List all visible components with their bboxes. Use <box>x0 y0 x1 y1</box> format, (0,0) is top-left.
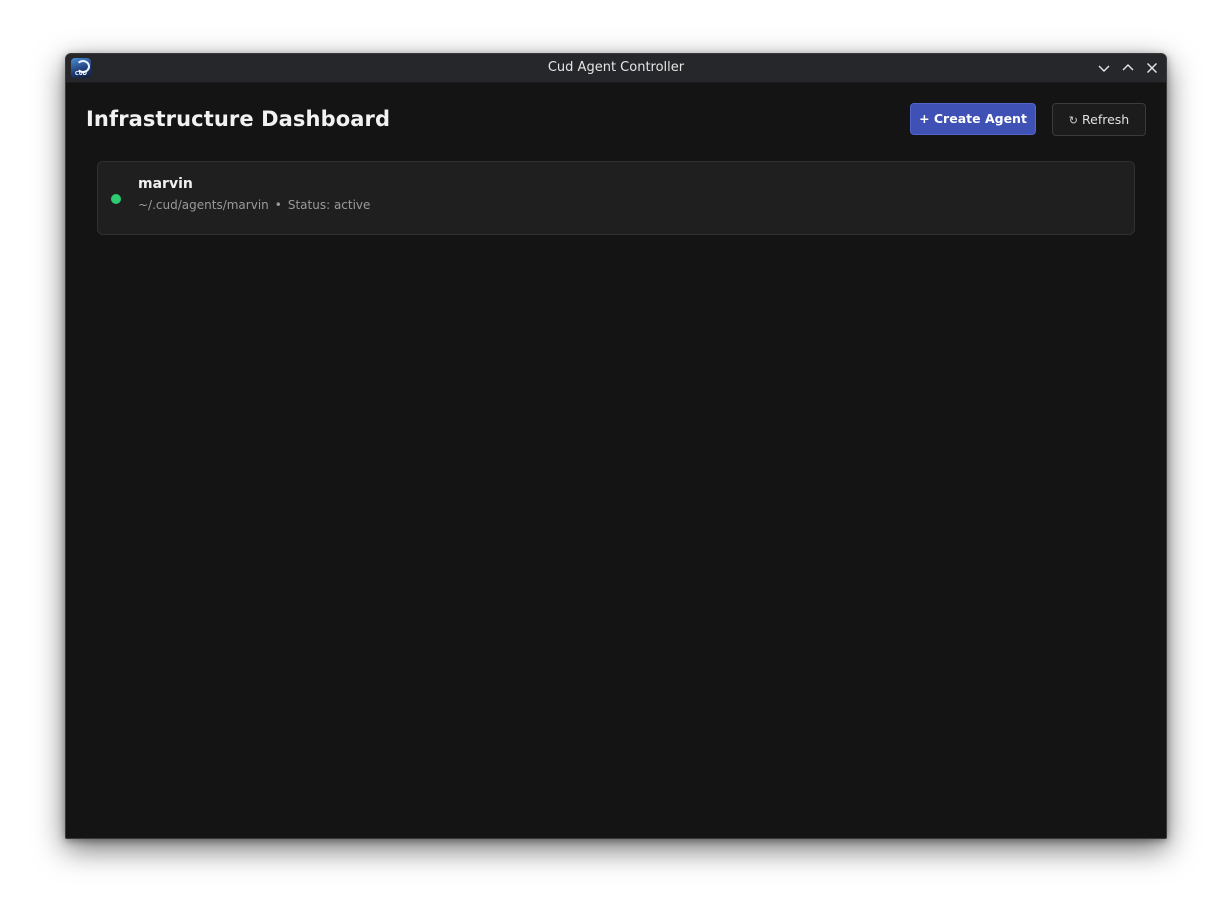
window-titlebar[interactable]: CUD Cud Agent Controller <box>66 54 1166 83</box>
status-indicator-icon <box>111 194 121 204</box>
refresh-button[interactable]: ↻ Refresh <box>1052 103 1146 136</box>
create-agent-button[interactable]: + Create Agent <box>910 103 1036 135</box>
agent-status: Status: active <box>287 198 371 212</box>
app-window: CUD Cud Agent Controller Infrastructure … <box>65 53 1167 839</box>
maximize-button[interactable] <box>1118 58 1138 78</box>
agent-path: ~/.cud/agents/marvin <box>138 198 269 212</box>
chevron-up-icon <box>1122 64 1134 71</box>
close-icon <box>1147 63 1157 73</box>
close-button[interactable] <box>1142 58 1162 78</box>
refresh-icon: ↻ <box>1068 114 1078 127</box>
chevron-down-icon <box>1098 65 1110 72</box>
window-title: Cud Agent Controller <box>547 60 685 75</box>
meta-separator: • <box>274 198 282 212</box>
refresh-button-label: Refresh <box>1082 112 1130 127</box>
agent-card-marvin[interactable]: marvin ~/.cud/agents/marvin • Status: acti… <box>97 161 1135 235</box>
agent-meta: ~/.cud/agents/marvin • Status: active <box>138 198 370 212</box>
agent-name: marvin <box>138 176 193 192</box>
dashboard-content: Infrastructure Dashboard + Create Agent … <box>66 83 1166 838</box>
page-title: Infrastructure Dashboard <box>86 107 391 131</box>
minimize-button[interactable] <box>1094 58 1114 78</box>
